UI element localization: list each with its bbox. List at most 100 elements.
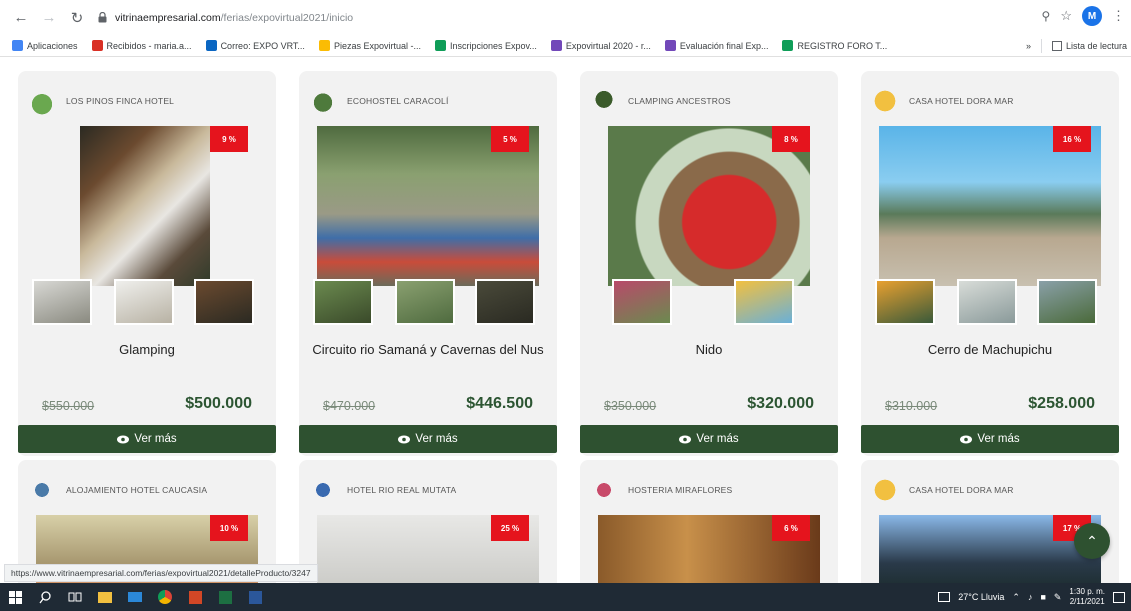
chevron-up-icon[interactable]: ⌃ (1012, 592, 1020, 603)
avatar[interactable]: M (1082, 6, 1102, 26)
chevron-up-icon: ⌃ (1086, 532, 1098, 549)
bookmark-item[interactable]: Recibidos - maria.a... (91, 40, 192, 51)
bookmark-item[interactable]: Correo: EXPO VRT... (205, 40, 305, 51)
hotel-name: ALOJAMIENTO HOTEL CAUCASIA (66, 485, 208, 495)
reading-list-button[interactable]: Lista de lectura (1051, 41, 1127, 51)
browser-toolbar: ← → ↻ vitrinaempresarial.com/ferias/expo… (0, 0, 1131, 35)
hotel-name: HOTEL RIO REAL MUTATA (347, 485, 457, 495)
discount-badge: 16 % (1053, 126, 1091, 152)
ver-mas-button[interactable]: Ver más (861, 425, 1119, 453)
bookmark-icon (91, 40, 103, 51)
discount-badge: 8 % (772, 126, 810, 152)
product-grid: LOS PINOS FINCA HOTEL 9 % Glamping $550.… (0, 58, 1131, 583)
hotel-logo (588, 85, 620, 117)
product-card: LOS PINOS FINCA HOTEL 9 % Glamping $550.… (18, 71, 276, 456)
bookmark-icon (550, 40, 562, 51)
thumbnail-image[interactable] (395, 279, 455, 325)
eye-icon (117, 435, 130, 443)
lock-icon (95, 11, 109, 25)
weather-icon (938, 592, 951, 602)
hotel-name: HOSTERIA MIRAFLORES (628, 485, 733, 495)
task-view-icon[interactable] (60, 583, 90, 611)
reload-icon[interactable]: ↻ (66, 7, 88, 29)
back-arrow-icon[interactable]: ← (10, 7, 32, 29)
powerpoint-icon[interactable] (180, 583, 210, 611)
pen-icon[interactable]: ✎ (1054, 592, 1062, 603)
status-url-preview: https://www.vitrinaempresarial.com/feria… (4, 564, 318, 582)
star-icon[interactable]: ☆ (1060, 8, 1072, 24)
old-price: $350.000 (604, 399, 657, 413)
bookmark-icon (318, 40, 330, 51)
product-card: HOTEL RIO REAL MUTATA 25 % (299, 460, 557, 583)
taskbar-clock[interactable]: 1:30 p. m. 2/11/2021 (1069, 587, 1105, 607)
thumbnail-image[interactable] (875, 279, 935, 325)
eye-icon (679, 435, 692, 443)
forward-arrow-icon[interactable]: → (38, 7, 60, 29)
bookmark-item[interactable]: REGISTRO FORO T... (782, 40, 887, 51)
bookmark-icon (12, 40, 23, 51)
discount-badge: 25 % (491, 515, 529, 541)
excel-icon[interactable] (210, 583, 240, 611)
thumbnail-image[interactable] (957, 279, 1017, 325)
product-card: ECOHOSTEL CARACOLÍ 5 % Circuito rio Sama… (299, 71, 557, 456)
volume-icon[interactable]: ♪ (1028, 592, 1033, 602)
thumbnail-image[interactable] (612, 279, 672, 325)
product-card: CASA HOTEL DORA MAR 16 % Cerro de Machup… (861, 71, 1119, 456)
ver-mas-button[interactable]: Ver más (299, 425, 557, 453)
bookmark-item[interactable]: Evaluación final Exp... (664, 40, 768, 51)
product-name: Glamping (119, 342, 175, 357)
thumbnail-image[interactable] (194, 279, 254, 325)
word-icon[interactable] (240, 583, 270, 611)
hotel-name: CASA HOTEL DORA MAR (909, 485, 1014, 495)
reading-list-icon (1051, 41, 1062, 51)
hotel-name: CASA HOTEL DORA MAR (909, 96, 1014, 106)
thumbnail-image[interactable] (1037, 279, 1097, 325)
old-price: $470.000 (323, 399, 376, 413)
product-name: Nido (695, 342, 723, 357)
menu-dots-icon[interactable]: ⋮ (1112, 8, 1125, 24)
hotel-name: CLAMPING ANCESTROS (628, 96, 731, 106)
chrome-icon[interactable] (150, 583, 180, 611)
mail-icon[interactable] (120, 583, 150, 611)
notification-icon[interactable] (1113, 591, 1125, 603)
hotel-logo (869, 85, 901, 117)
hotel-logo (869, 474, 901, 506)
thumbnail-image[interactable] (475, 279, 535, 325)
bookmark-item[interactable]: Piezas Expovirtual -... (318, 40, 421, 51)
discount-badge: 5 % (491, 126, 529, 152)
divider (1040, 39, 1042, 53)
hotel-logo (307, 85, 339, 117)
eye-icon (398, 435, 411, 443)
discount-badge: 10 % (210, 515, 248, 541)
old-price: $550.000 (42, 399, 95, 413)
hotel-logo (26, 474, 58, 506)
network-icon[interactable]: ■ (1040, 592, 1045, 602)
thumbnail-image[interactable] (114, 279, 174, 325)
bookmarks-bar: Aplicaciones Recibidos - maria.a... Correo… (0, 35, 1131, 57)
ver-mas-button[interactable]: Ver más (580, 425, 838, 453)
eye-icon (960, 435, 973, 443)
file-explorer-icon[interactable] (90, 583, 120, 611)
bookmark-item[interactable]: Inscripciones Expov... (434, 40, 537, 51)
bookmark-item[interactable]: Expovirtual 2020 - r... (550, 40, 651, 51)
ver-mas-button[interactable]: Ver más (18, 425, 276, 453)
windows-start-icon[interactable] (0, 583, 30, 611)
bookmark-icon (434, 40, 446, 51)
thumbnail-image[interactable] (313, 279, 373, 325)
bookmark-item[interactable]: Aplicaciones (12, 40, 78, 51)
search-icon[interactable] (30, 583, 60, 611)
product-name: Circuito rio Samaná y Cavernas del Nus (312, 342, 544, 357)
bookmarks-more-button[interactable]: » (1026, 41, 1031, 51)
bookmark-icon (205, 40, 217, 51)
zoom-icon[interactable]: ⚲ (1042, 9, 1051, 23)
thumbnail-image[interactable] (734, 279, 794, 325)
product-image[interactable] (80, 126, 210, 286)
product-card: CLAMPING ANCESTROS 8 % Nido $350.000 $32… (580, 71, 838, 456)
weather-text[interactable]: 27°C Lluvia (958, 592, 1004, 602)
discount-badge: 6 % (772, 515, 810, 541)
windows-taskbar: 27°C Lluvia ⌃ ♪ ■ ✎ 1:30 p. m. 2/11/2021 (0, 583, 1131, 611)
new-price: $500.000 (185, 395, 252, 412)
thumbnail-image[interactable] (32, 279, 92, 325)
scroll-to-top-button[interactable]: ⌃ (1074, 523, 1110, 559)
address-bar[interactable]: vitrinaempresarial.com/ferias/expovirtua… (95, 5, 1095, 30)
